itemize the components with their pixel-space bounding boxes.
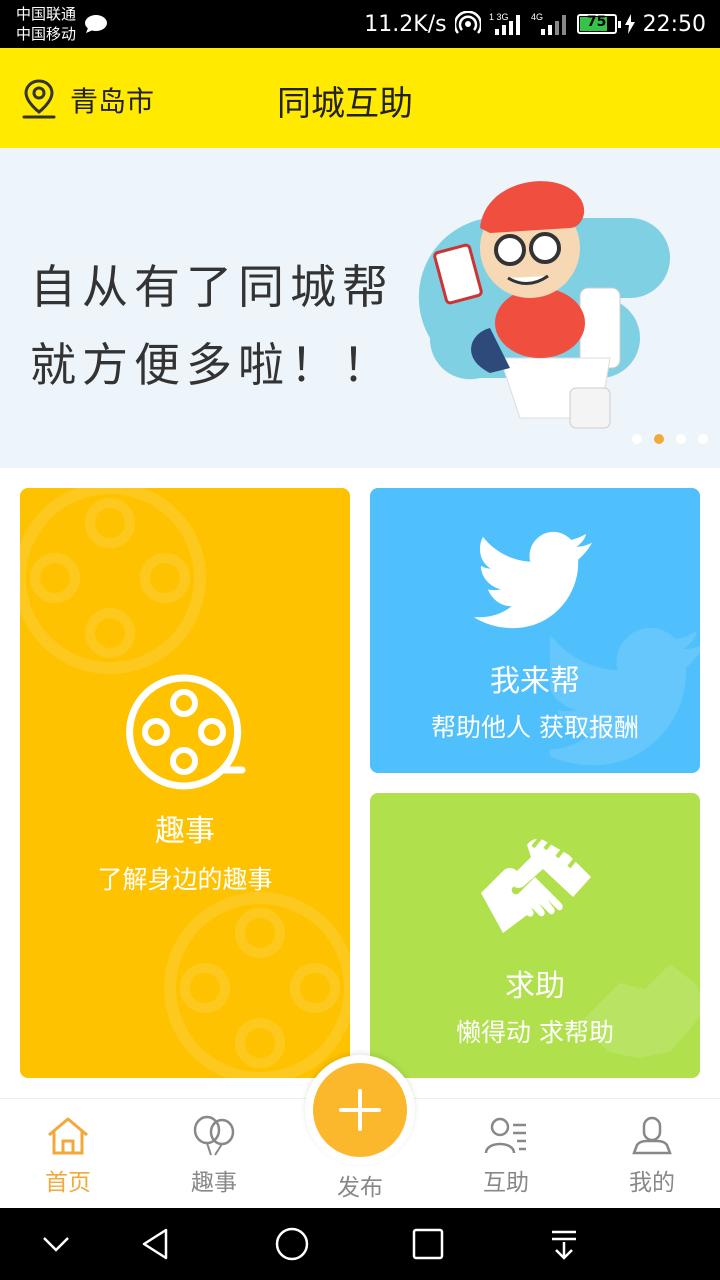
film-reel-icon [126,674,246,790]
page-title: 同城互助 [277,84,413,124]
banner-slogan: 自从有了同城帮 就方便多啦！！ [30,248,394,404]
status-bar: 中国联通 中国移动 11.2K/s 1 3G 4G 75 22:50 [0,0,720,48]
nav-mutual-help[interactable]: 互助 [451,1099,561,1209]
nav-home[interactable]: 首页 [13,1099,123,1209]
sim2-tag: 4G [531,12,543,22]
balloons-icon [193,1115,235,1156]
home-icon [48,1117,88,1155]
nav-mine[interactable]: 我的 [597,1099,707,1209]
chat-icon [85,15,107,33]
user-icon [632,1116,672,1155]
promo-banner[interactable]: 自从有了同城帮 就方便多啦！！ [0,148,720,468]
carrier-1: 中国联通 [16,5,77,23]
notification-pull-icon[interactable] [544,1224,584,1264]
banner-dot[interactable] [654,434,664,444]
charging-icon [624,14,635,34]
handshake-icon [481,835,591,933]
battery-level: 75 [586,14,607,30]
film-reel-decoration-icon [164,892,350,1078]
handshake-decoration-icon [582,964,700,1058]
film-reel-decoration-icon [20,488,206,674]
fun-card-title: 趣事 [155,814,215,849]
ask-card[interactable]: 求助 懒得动 求帮助 [370,793,700,1078]
publish-button[interactable] [313,1063,407,1157]
ask-card-title: 求助 [505,969,565,1004]
nav-mine-label: 我的 [629,1170,675,1196]
status-right: 11.2K/s 1 3G 4G 75 22:50 [364,8,706,40]
back-icon[interactable] [136,1224,176,1264]
hotspot-icon [454,11,481,34]
nav-fun-label: 趣事 [191,1170,237,1196]
publish-label: 发布 [337,1175,383,1201]
contacts-icon [484,1117,526,1154]
help-card-title: 我来帮 [490,664,580,699]
chevron-down-icon[interactable] [36,1224,76,1264]
signal-sim2-icon: 4G [531,12,566,35]
banner-line-1: 自从有了同城帮 [30,260,394,314]
battery-icon: 75 [576,14,621,34]
app-header: 青岛市 同城互助 [0,48,720,148]
bird-icon [473,531,593,629]
carrier-2: 中国移动 [16,25,77,43]
fun-card-subtitle: 了解身边的趣事 [97,865,273,894]
home-circle-icon[interactable] [272,1224,312,1264]
sim1-tag: 1 3G [489,12,509,22]
carrier-info: 中国联通 中国移动 [16,4,76,44]
help-card[interactable]: 我来帮 帮助他人 获取报酬 [370,488,700,773]
nav-home-label: 首页 [45,1170,91,1196]
net-speed: 11.2K/s [364,11,447,37]
nav-mutual-help-label: 互助 [483,1170,529,1196]
banner-pagination[interactable] [632,434,708,444]
banner-line-2: 就方便多啦！！ [30,338,394,392]
nav-fun[interactable]: 趣事 [159,1099,269,1209]
banner-dot[interactable] [632,434,642,444]
banner-dot[interactable] [676,434,686,444]
banner-illustration [418,181,670,429]
clock: 22:50 [642,11,706,37]
plus-icon [339,1089,381,1131]
system-nav-bar [0,1208,720,1280]
signal-sim1-icon: 1 3G [489,12,520,35]
recents-icon[interactable] [408,1224,448,1264]
banner-dot[interactable] [698,434,708,444]
fun-card[interactable]: 趣事 了解身边的趣事 [20,488,350,1078]
help-card-subtitle: 帮助他人 获取报酬 [431,713,639,742]
ask-card-subtitle: 懒得动 求帮助 [456,1018,614,1047]
